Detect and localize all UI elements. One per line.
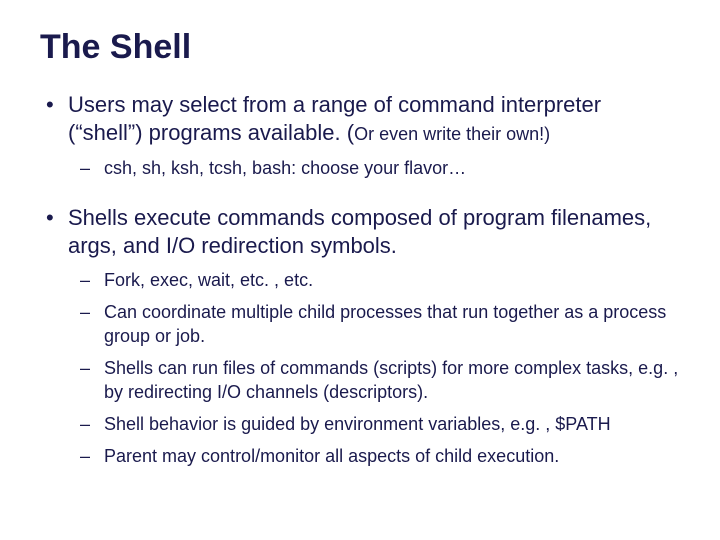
- sub-bullet-marker: –: [80, 268, 104, 292]
- bullet-item: • Users may select from a range of comma…: [40, 91, 680, 148]
- sub-bullet-text: Parent may control/monitor all aspects o…: [104, 444, 680, 468]
- sub-bullet-text: Shells can run files of commands (script…: [104, 356, 680, 404]
- bullet-item: • Shells execute commands composed of pr…: [40, 204, 680, 260]
- sub-bullet-item: – Shell behavior is guided by environmen…: [80, 412, 680, 436]
- sub-bullet-item: – csh, sh, ksh, tcsh, bash: choose your …: [80, 156, 680, 180]
- sub-bullet-marker: –: [80, 156, 104, 180]
- sub-bullet-item: – Parent may control/monitor all aspects…: [80, 444, 680, 468]
- slide-title: The Shell: [40, 28, 680, 67]
- sub-bullet-marker: –: [80, 300, 104, 348]
- sub-bullet-text: Shell behavior is guided by environment …: [104, 412, 680, 436]
- sub-bullet-text: csh, sh, ksh, tcsh, bash: choose your fl…: [104, 156, 680, 180]
- sub-bullet-marker: –: [80, 412, 104, 436]
- sub-bullet-item: – Shells can run files of commands (scri…: [80, 356, 680, 404]
- sub-bullet-item: – Fork, exec, wait, etc. , etc.: [80, 268, 680, 292]
- sub-bullet-text: Can coordinate multiple child processes …: [104, 300, 680, 348]
- bullet-marker: •: [40, 204, 68, 260]
- bullet-text: Users may select from a range of command…: [68, 91, 680, 148]
- sub-bullet-marker: –: [80, 444, 104, 468]
- bullet-text: Shells execute commands composed of prog…: [68, 204, 680, 260]
- sub-bullet-item: – Can coordinate multiple child processe…: [80, 300, 680, 348]
- sub-bullet-text: Fork, exec, wait, etc. , etc.: [104, 268, 680, 292]
- bullet-marker: •: [40, 91, 68, 148]
- sub-bullet-marker: –: [80, 356, 104, 404]
